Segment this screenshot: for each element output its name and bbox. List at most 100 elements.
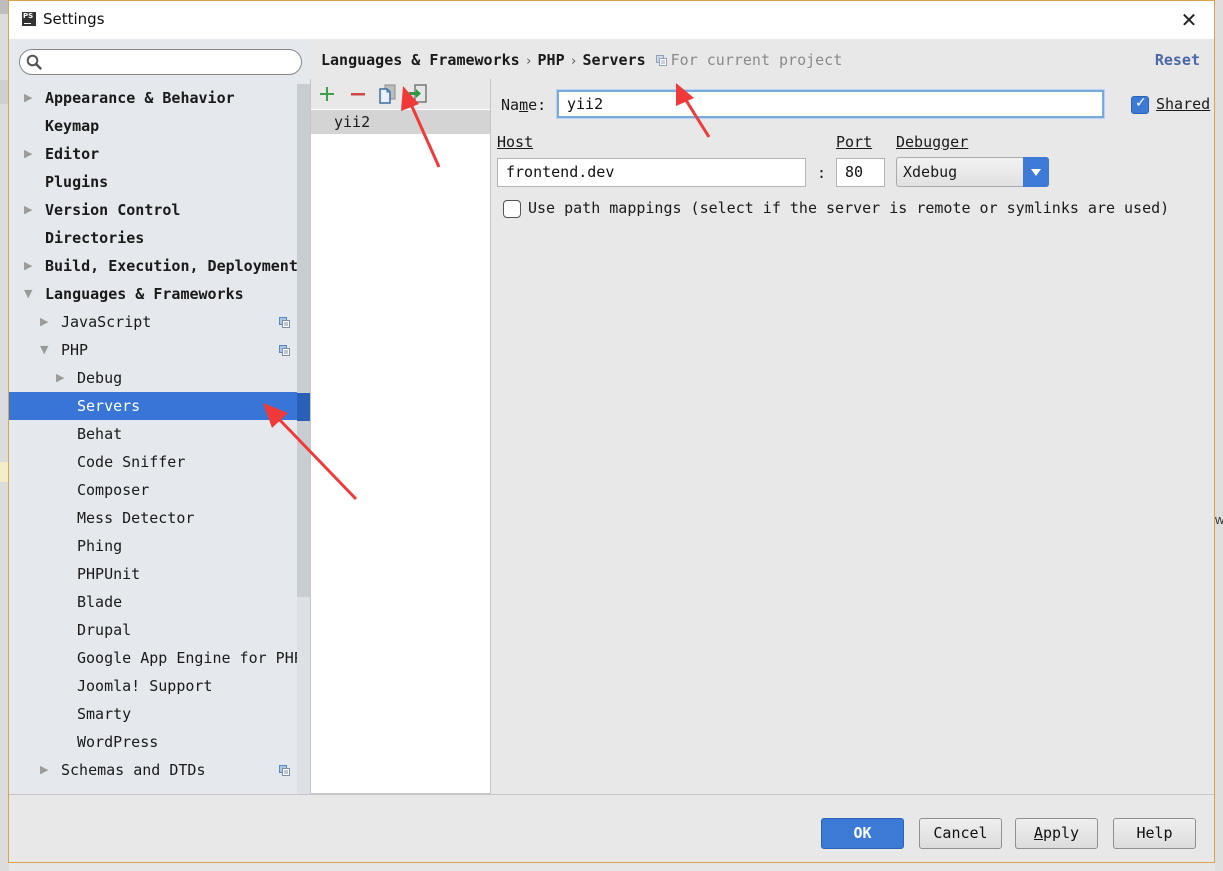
host-label-text: Host — [497, 133, 534, 151]
sidebar-item-label: Editor — [45, 145, 100, 163]
sidebar-item-label: Composer — [77, 481, 150, 499]
server-list-toolbar — [311, 79, 490, 109]
host-input[interactable]: frontend.dev — [497, 158, 806, 187]
shared-label[interactable]: Shared — [1156, 95, 1210, 113]
sidebar-item-wordpress[interactable]: WordPress — [9, 728, 297, 756]
sidebar-item-behat[interactable]: Behat — [9, 420, 297, 448]
sidebar-item-phpunit[interactable]: PHPUnit — [9, 560, 297, 588]
sidebar-item-label: Appearance & Behavior — [45, 89, 235, 107]
app-icon-label: PS — [23, 12, 34, 20]
name-mnemonic: m — [519, 96, 529, 114]
chevron-down-icon[interactable] — [1023, 157, 1049, 187]
collapsed-arrow-icon[interactable]: ▶ — [40, 756, 52, 784]
sidebar-item-code-sniffer[interactable]: Code Sniffer — [9, 448, 297, 476]
breadcrumb-item-php: PHP — [537, 51, 565, 69]
sidebar-item-debug[interactable]: ▶ Debug — [9, 364, 297, 392]
import-server-button[interactable] — [407, 83, 429, 105]
port-label: Port — [836, 133, 872, 151]
sidebar-item-label: Schemas and DTDs — [61, 761, 206, 779]
sidebar-item-label: Smarty — [77, 705, 132, 723]
close-button[interactable]: ✕ — [1176, 7, 1202, 33]
apply-button[interactable]: Apply — [1015, 818, 1098, 849]
debugger-label: Debugger — [896, 133, 968, 151]
collapsed-arrow-icon[interactable]: ▶ — [24, 196, 36, 224]
sidebar-item-label: Behat — [77, 425, 123, 443]
sidebar-item-smarty[interactable]: Smarty — [9, 700, 297, 728]
sidebar-item-label: Drupal — [77, 621, 132, 639]
sidebar-item-joomla-support[interactable]: Joomla! Support — [9, 672, 297, 700]
name-input[interactable]: yii2 — [557, 90, 1104, 118]
cancel-button[interactable]: Cancel — [919, 818, 1002, 849]
sidebar-item-label: Google App Engine for PHP — [77, 649, 297, 667]
server-name: yii2 — [334, 113, 371, 131]
sidebar-item-label: PHPUnit — [77, 565, 141, 583]
project-scope-icon — [279, 345, 290, 356]
close-icon: ✕ — [1180, 8, 1198, 32]
sidebar-item-keymap[interactable]: Keymap — [9, 112, 297, 140]
sidebar-item-blade[interactable]: Blade — [9, 588, 297, 616]
path-mappings-label[interactable]: Use path mappings (select if the server … — [528, 199, 1169, 217]
sidebar-item-editor[interactable]: ▶ Editor — [9, 140, 297, 168]
sidebar-item-directories[interactable]: Directories — [9, 224, 297, 252]
sidebar-item-version-control[interactable]: ▶ Version Control — [9, 196, 297, 224]
title-bar[interactable]: PS Settings ✕ — [9, 1, 1214, 39]
sidebar-item-languages-frameworks[interactable]: ▼ Languages & Frameworks — [9, 280, 297, 308]
plus-icon — [320, 87, 334, 101]
server-form: Name: yii2 Shared Host frontend.dev : Po… — [491, 79, 1215, 794]
sidebar-item-mess-detector[interactable]: Mess Detector — [9, 504, 297, 532]
sidebar-scrollbar-thumb[interactable] — [297, 84, 310, 597]
sidebar-item-google-app-engine-for-php[interactable]: Google App Engine for PHP — [9, 644, 297, 672]
sidebar-item-schemas-and-dtds[interactable]: ▶ Schemas and DTDs — [9, 756, 297, 784]
sidebar-item-label: Directories — [45, 229, 145, 247]
settings-dialog: PS Settings ✕ ▶ Appearance & Behavior Keym… — [8, 0, 1215, 863]
sidebar-item-phing[interactable]: Phing — [9, 532, 297, 560]
collapsed-arrow-icon[interactable]: ▶ — [56, 364, 68, 392]
sidebar-item-php[interactable]: ▼ PHP — [9, 336, 297, 364]
footer-divider — [9, 794, 1214, 795]
expanded-arrow-icon[interactable]: ▼ — [24, 280, 36, 308]
sidebar-item-composer[interactable]: Composer — [9, 476, 297, 504]
shared-checkbox[interactable] — [1131, 95, 1149, 114]
sidebar-item-label: Mess Detector — [77, 509, 195, 527]
sidebar-item-label: Phing — [77, 537, 123, 555]
collapsed-arrow-icon[interactable]: ▶ — [24, 84, 36, 112]
server-list-item[interactable]: yii2 — [311, 110, 490, 134]
port-label-text: Port — [836, 133, 873, 151]
host-label: Host — [497, 133, 533, 151]
shared-label-text: Shared — [1156, 95, 1211, 113]
debugger-label-text: Debugger — [896, 133, 969, 151]
settings-sidebar: ▶ Appearance & Behavior Keymap ▶ Editor Plugi… — [9, 39, 310, 794]
sidebar-item-label: JavaScript — [61, 313, 152, 331]
port-input[interactable]: 80 — [836, 158, 885, 187]
sidebar-item-label: Keymap — [45, 117, 100, 135]
settings-search-input[interactable] — [19, 49, 302, 75]
collapsed-arrow-icon[interactable]: ▶ — [24, 140, 36, 168]
sidebar-item-label: Build, Execution, Deployment — [45, 257, 297, 275]
debugger-select[interactable]: Xdebug — [896, 157, 1049, 187]
remove-server-button[interactable] — [347, 83, 369, 105]
debugger-selected-value: Xdebug — [903, 163, 958, 181]
copy-server-button[interactable] — [377, 83, 399, 105]
sidebar-item-drupal[interactable]: Drupal — [9, 616, 297, 644]
sidebar-item-servers[interactable]: Servers — [9, 392, 297, 420]
help-button[interactable]: Help — [1113, 818, 1196, 849]
phpstorm-app-icon: PS — [22, 12, 36, 26]
scope-label: For current project — [670, 51, 843, 69]
ok-button[interactable]: OK — [821, 818, 904, 849]
breadcrumb-item-languages-frameworks: Languages & Frameworks — [321, 51, 520, 69]
sidebar-item-javascript[interactable]: ▶ JavaScript — [9, 308, 297, 336]
expanded-arrow-icon[interactable]: ▼ — [40, 336, 52, 364]
collapsed-arrow-icon[interactable]: ▶ — [40, 308, 52, 336]
add-server-button[interactable] — [316, 83, 338, 105]
sidebar-item-build-execution-deployment[interactable]: ▶ Build, Execution, Deployment — [9, 252, 297, 280]
sidebar-item-appearance-behavior[interactable]: ▶ Appearance & Behavior — [9, 84, 297, 112]
reset-link[interactable]: Reset — [1155, 51, 1200, 69]
background-text: w — [1215, 512, 1223, 527]
sidebar-item-plugins[interactable]: Plugins — [9, 168, 297, 196]
background-window-edge-bottom — [9, 863, 1215, 871]
project-scope-icon — [279, 765, 290, 776]
path-mappings-checkbox[interactable] — [503, 200, 521, 218]
collapsed-arrow-icon[interactable]: ▶ — [24, 252, 36, 280]
project-scope-icon — [279, 317, 290, 328]
apply-mnemonic: A — [1033, 824, 1043, 842]
